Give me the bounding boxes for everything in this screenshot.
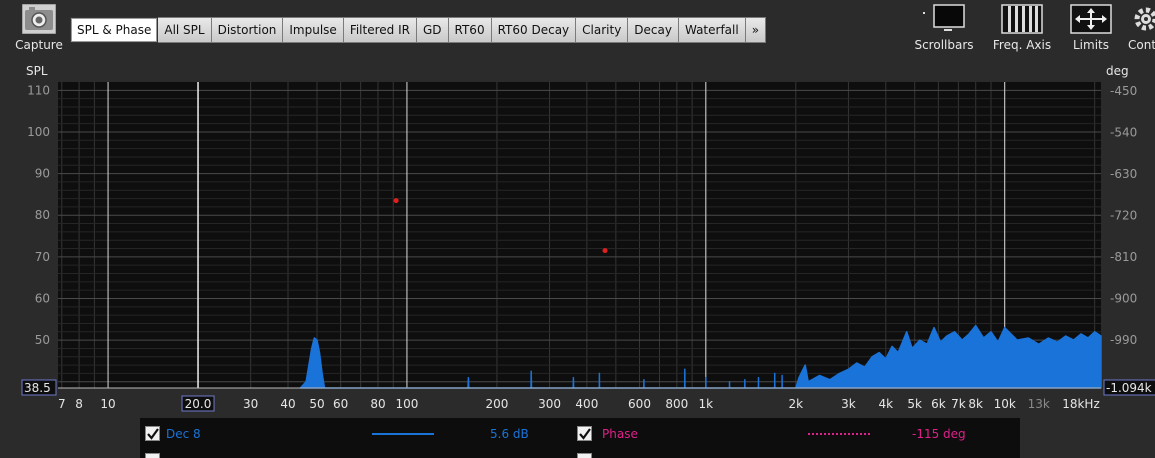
x-tick-label: 7 bbox=[58, 397, 66, 411]
controls-label: Cont bbox=[1128, 38, 1155, 52]
y-tick-label-left: 90 bbox=[35, 167, 50, 181]
tab-distortion[interactable]: Distortion bbox=[211, 17, 284, 43]
freq-axis-button[interactable]: Freq. Axis bbox=[986, 4, 1058, 52]
y-axis-title-right: deg bbox=[1106, 64, 1129, 78]
x-cursor-label: 20.0 bbox=[185, 397, 212, 411]
freq-axis-label: Freq. Axis bbox=[992, 38, 1052, 52]
y-tick-label-left: 80 bbox=[35, 208, 50, 222]
scrollbars-icon bbox=[923, 4, 965, 31]
capture-label: Capture bbox=[15, 38, 63, 52]
next-row-checkbox[interactable] bbox=[577, 453, 592, 458]
camera-icon bbox=[22, 4, 56, 34]
x-tick-label: 7k bbox=[951, 397, 966, 411]
limits-label: Limits bbox=[1073, 38, 1109, 52]
tab-filtered-ir[interactable]: Filtered IR bbox=[343, 17, 417, 43]
x-tick-label: 10k bbox=[994, 397, 1016, 411]
limits-arrows-icon bbox=[1070, 4, 1112, 34]
x-tick-label: 2k bbox=[788, 397, 803, 411]
x-tick-label: 4k bbox=[878, 397, 893, 411]
y-tick-label-right: -990 bbox=[1110, 333, 1137, 347]
view-tabs: SPL & Phase All SPL Distortion Impulse Filte… bbox=[70, 17, 767, 43]
phase-checkbox[interactable] bbox=[577, 426, 592, 441]
x-tick-label: 60 bbox=[333, 397, 348, 411]
gear-icon bbox=[1134, 7, 1155, 31]
x-tick-label: 1k bbox=[699, 397, 714, 411]
x-tick-label: 100 bbox=[395, 397, 418, 411]
legend-phase-name: Phase bbox=[602, 427, 638, 441]
x-tick-label: 200 bbox=[485, 397, 508, 411]
x-tick-label: 800 bbox=[665, 397, 688, 411]
checkmark-icon bbox=[579, 428, 591, 440]
tab-spl-phase[interactable]: SPL & Phase bbox=[70, 17, 159, 43]
y-tick-label-left: 60 bbox=[35, 291, 50, 305]
x-tick-label: 18kHz bbox=[1062, 397, 1100, 411]
phase-line-swatch bbox=[808, 433, 870, 435]
x-tick-label: 3k bbox=[841, 397, 856, 411]
tab-clarity[interactable]: Clarity bbox=[576, 17, 629, 43]
y-cursor-label-left: 38.5 bbox=[24, 381, 51, 395]
tab-more[interactable]: » bbox=[745, 17, 767, 43]
y-tick-label-right: -450 bbox=[1110, 84, 1137, 98]
dec8-line-swatch bbox=[372, 433, 434, 435]
tab-waterfall[interactable]: Waterfall bbox=[678, 17, 746, 43]
x-tick-label: 5k bbox=[907, 397, 922, 411]
x-tick-label: 600 bbox=[628, 397, 651, 411]
y-tick-label-left: 100 bbox=[27, 125, 50, 139]
y-tick-label-right: -540 bbox=[1110, 126, 1137, 140]
checkmark-icon bbox=[147, 428, 159, 440]
data-marker bbox=[602, 248, 608, 254]
tab-gd[interactable]: GD bbox=[416, 17, 449, 43]
y-tick-label-right: -720 bbox=[1110, 209, 1137, 223]
x-tick-label: 13k bbox=[1028, 397, 1050, 411]
data-marker bbox=[393, 198, 399, 204]
y-tick-label-left: 110 bbox=[27, 83, 50, 97]
dec8-checkbox[interactable] bbox=[145, 426, 160, 441]
x-tick-label: 400 bbox=[575, 397, 598, 411]
tab-impulse[interactable]: Impulse bbox=[283, 17, 344, 43]
tab-decay[interactable]: Decay bbox=[628, 17, 679, 43]
limits-button[interactable]: Limits bbox=[1064, 4, 1118, 52]
next-row-checkbox[interactable] bbox=[145, 453, 160, 458]
legend-phase-value: -115 deg bbox=[912, 427, 966, 441]
toolbar: Capture SPL & Phase All SPL Distortion Impu… bbox=[0, 0, 1155, 62]
x-tick-label: 30 bbox=[243, 397, 258, 411]
y-tick-label-left: 50 bbox=[35, 333, 50, 347]
y-tick-label-right: -900 bbox=[1110, 292, 1137, 306]
legend-series-name: Dec 8 bbox=[166, 427, 201, 441]
x-tick-label: 80 bbox=[370, 397, 385, 411]
legend-series-value: 5.6 dB bbox=[490, 427, 529, 441]
freq-axis-icon bbox=[1001, 4, 1043, 34]
x-tick-label: 10 bbox=[100, 397, 115, 411]
x-tick-label: 50 bbox=[309, 397, 324, 411]
y-tick-label-right: -810 bbox=[1110, 250, 1137, 264]
capture-button[interactable]: Capture bbox=[8, 4, 70, 52]
scrollbars-button[interactable]: Scrollbars bbox=[910, 4, 978, 52]
tab-rt60-decay[interactable]: RT60 Decay bbox=[491, 17, 577, 43]
x-tick-label: 6k bbox=[931, 397, 946, 411]
y-tick-label-right: -630 bbox=[1110, 167, 1137, 181]
x-tick-label: 300 bbox=[538, 397, 561, 411]
x-tick-label: 8 bbox=[75, 397, 83, 411]
tab-all-spl[interactable]: All SPL bbox=[158, 17, 212, 43]
tab-rt60[interactable]: RT60 bbox=[448, 17, 492, 43]
y-tick-label-left: 70 bbox=[35, 250, 50, 264]
y-axis-title-left: SPL bbox=[26, 64, 48, 78]
legend-panel: Dec 8 5.6 dB Phase -115 deg bbox=[140, 418, 1020, 458]
y-cursor-label-right: -1.094k bbox=[1106, 381, 1152, 395]
controls-button[interactable]: Cont bbox=[1124, 4, 1155, 52]
x-tick-label: 8k bbox=[968, 397, 983, 411]
scrollbars-label: Scrollbars bbox=[914, 38, 974, 52]
spl-phase-chart[interactable]: SPL deg 50 60 70 80 90 100 110 38.5 -990 -900 -810 -7… bbox=[0, 62, 1155, 418]
x-tick-label: 40 bbox=[280, 397, 295, 411]
